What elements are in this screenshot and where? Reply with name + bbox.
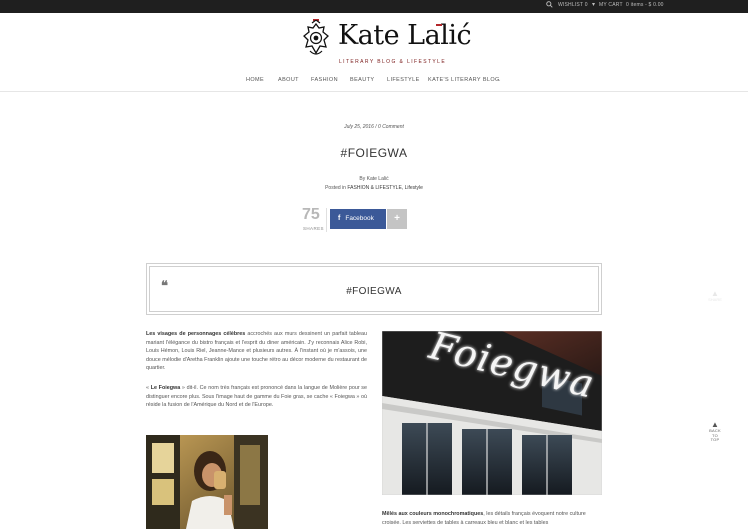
- paragraph-2-lead: Le Foiegwa: [150, 385, 181, 391]
- logo-tagline: LITERARY BLOG & LIFESTYLE: [339, 59, 447, 65]
- post-byline: By Kate Lalić: [359, 176, 389, 182]
- quote-box: ❝ #FOIEGWA: [146, 263, 602, 315]
- wishlist-count: 0: [584, 2, 588, 8]
- post-categories-link[interactable]: FASHION & LIFESTYLE, Lifestyle: [347, 185, 423, 191]
- crest-logo-icon[interactable]: [302, 19, 330, 58]
- main-nav: HOME ABOUT FASHION BEAUTY LIFESTYLE KATE…: [0, 77, 748, 87]
- floating-share-label: SHARE: [708, 297, 722, 302]
- quote-title: #FOIEGWA: [346, 286, 402, 297]
- post-date[interactable]: July 25, 2016: [344, 124, 374, 130]
- body-paragraph-1: Les visages de personnages célèbres accr…: [146, 330, 367, 373]
- top-utility-bar: WISHLIST 0 ▾ MY CART 0 items - $ 0.00: [0, 0, 748, 13]
- logo-accent: [436, 24, 442, 26]
- nav-item-beauty[interactable]: BEAUTY: [350, 77, 374, 83]
- share-count: 75: [302, 206, 320, 223]
- cart-summary[interactable]: 0 items - $ 0.00: [626, 2, 664, 8]
- post-categories-line: Posted in FASHION & LIFESTYLE, Lifestyle: [0, 185, 748, 191]
- post-title: #FOIEGWA: [340, 146, 408, 160]
- nav-item-about[interactable]: ABOUT: [278, 77, 299, 83]
- header-divider: [0, 91, 748, 92]
- paragraph-2-text: » dit-il. Ce nom très français est prono…: [146, 385, 367, 409]
- post-date-line: July 25, 2016 / 0 Comment: [344, 124, 404, 130]
- back-to-top-button[interactable]: ▲ BACK TO TOP: [706, 420, 724, 443]
- woman-at-restaurant-photo: [146, 435, 268, 529]
- facebook-icon: f: [338, 215, 341, 222]
- facebook-share-button[interactable]: f Facebook: [330, 209, 386, 229]
- chevron-down-icon[interactable]: ⌄: [497, 77, 501, 83]
- paragraph-1-lead: Les visages de personnages célèbres: [146, 331, 246, 337]
- nav-item-lifestyle[interactable]: LIFESTYLE: [387, 77, 420, 83]
- paragraph-1-text: accrochés aux murs dessinent un parfait …: [146, 331, 367, 372]
- body-paragraph-3: Mêlés aux couleurs monochromatiques, les…: [382, 510, 603, 527]
- nav-item-fashion[interactable]: FASHION: [311, 77, 338, 83]
- posted-in-label: Posted in: [325, 185, 346, 191]
- cart-link[interactable]: MY CART: [599, 2, 623, 8]
- share-count-label: SHARES: [303, 226, 324, 231]
- restaurant-storefront-photo: Foiegwa: [382, 331, 602, 495]
- more-share-button[interactable]: +: [387, 209, 407, 229]
- back-to-top-line-3: TOP: [710, 437, 720, 442]
- wishlist-link[interactable]: WISHLIST 0: [558, 2, 588, 8]
- nav-item-literary-blog[interactable]: KATE'S LITERARY BLOG: [428, 77, 500, 83]
- floating-share-widget[interactable]: ▲ SHARE: [707, 290, 723, 320]
- share-divider: [326, 208, 327, 232]
- nav-item-home[interactable]: HOME: [246, 77, 264, 83]
- body-paragraph-2: « Le Foiegwa » dit-il. Ce nom très franç…: [146, 384, 367, 410]
- facebook-share-label: Facebook: [345, 215, 374, 222]
- wishlist-label: WISHLIST: [558, 2, 584, 8]
- search-icon[interactable]: [546, 1, 553, 8]
- paragraph-3-lead: Mêlés aux couleurs monochromatiques: [382, 511, 484, 517]
- cart-dropdown-icon: ▾: [592, 2, 596, 8]
- logo-wordmark[interactable]: Kate Lalić: [338, 22, 472, 50]
- comment-count-link[interactable]: 0 Comment: [378, 124, 404, 130]
- quote-box-inner-border: ❝ #FOIEGWA: [149, 266, 599, 312]
